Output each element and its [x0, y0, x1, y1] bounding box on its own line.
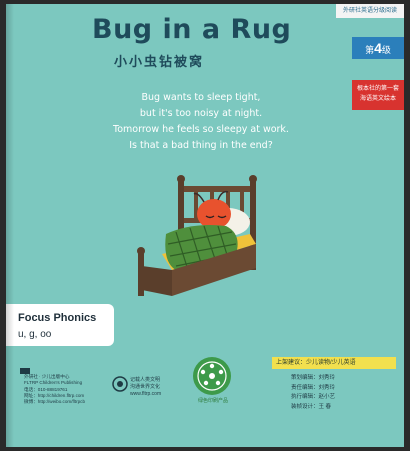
focus-phonics-box: Focus Phonics u, g, oo — [6, 304, 114, 346]
book-cover: 外研社英语分级阅读 第4级 根本社的第一套 海语英文绘本 Bug in a Ru… — [6, 4, 404, 447]
focus-phonics-sounds: u, g, oo — [18, 329, 52, 340]
green-print-logo-icon — [193, 357, 231, 395]
story-line: Bug wants to sleep tight, — [141, 92, 261, 103]
level-suffix: 级 — [381, 45, 391, 55]
red-tab: 根本社的第一套 海语英文绘本 — [352, 80, 404, 110]
story-line: Is that a bad thing in the end? — [129, 140, 273, 151]
fltrp-logo-icon — [112, 376, 128, 392]
red-tab-line2: 海语英文绘本 — [359, 96, 396, 102]
series-tab: 外研社英语分级阅读 — [336, 4, 404, 18]
level-prefix: 第 — [365, 45, 375, 55]
focus-phonics-title: Focus Phonics — [18, 312, 97, 324]
story-blurb: Bug wants to sleep tight, but it's too n… — [96, 90, 306, 154]
fltrp-slogan-line1: 记载人类文明 — [130, 377, 161, 383]
book-subtitle: 小小虫钻被窝 — [114, 55, 205, 70]
credit-line: 责任编辑：刘秀玲 — [291, 384, 336, 391]
credit-line: 装帧设计：王 春 — [291, 403, 332, 410]
level-tab: 第4级 — [352, 37, 404, 59]
fltrp-slogan-line3: www.fltrp.com — [130, 391, 162, 397]
bug-in-bed-illustration — [137, 175, 257, 296]
story-line: but it's too noisy at night. — [139, 108, 263, 119]
book-title: Bug in a Rug — [92, 14, 292, 45]
level-number: 4 — [374, 40, 382, 56]
editor-credits: 策划编辑：刘秀玲 责任编辑：刘秀玲 执行编辑：赵小艺 装帧设计：王 春 — [291, 374, 335, 412]
green-print-caption: 绿色印刷产品 — [197, 398, 228, 404]
shelving-recommendation: 上架建议：少儿读物/少儿英语 — [272, 357, 396, 369]
publisher-info: 外研社 · 少儿出版中心 FLTRP Children's Publishing… — [24, 374, 94, 405]
credit-line: 执行编辑：赵小艺 — [291, 394, 336, 400]
fltrp-slogan-line2: 沟通世界文化 — [130, 384, 161, 390]
fltrp-slogan: 记载人类文明 沟通世界文化 www.fltrp.com — [130, 377, 161, 398]
publisher-line: 微博：http://weibo.com/fltrpcb — [24, 399, 86, 405]
story-line: Tomorrow he feels so sleepy at work. — [113, 124, 289, 135]
red-tab-line1: 根本社的第一套 — [356, 86, 399, 92]
credit-line: 策划编辑：刘秀玲 — [291, 375, 336, 381]
